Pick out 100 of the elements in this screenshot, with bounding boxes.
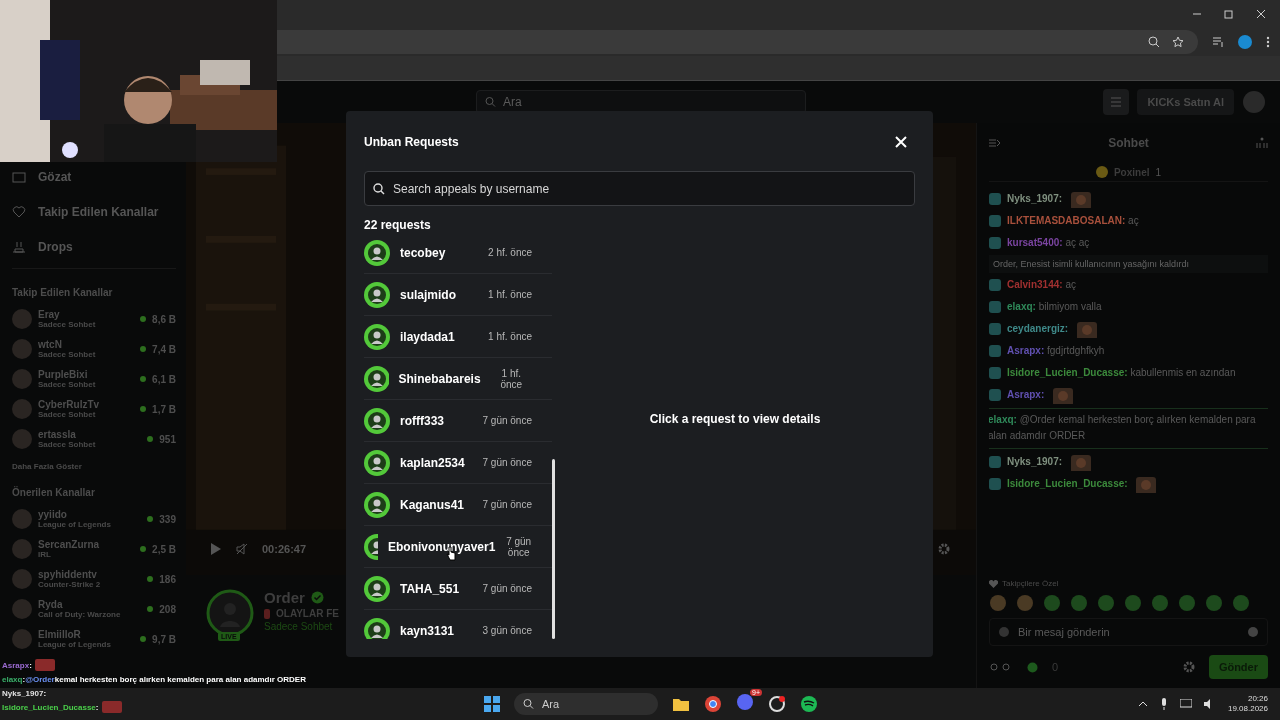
pin-icon — [264, 608, 270, 619]
avatar-icon — [12, 339, 32, 359]
emoji-icon[interactable] — [1247, 626, 1259, 638]
chat-message: Asrapx: — [1007, 389, 1046, 401]
emote-icon[interactable] — [1097, 594, 1115, 612]
network-icon[interactable] — [1179, 699, 1192, 709]
emote-icon[interactable] — [1232, 594, 1250, 612]
request-item[interactable]: kaplan2534 7 gün önce — [364, 442, 552, 484]
request-item[interactable]: rofff333 7 gün önce — [364, 400, 552, 442]
zoom-icon[interactable] — [1148, 36, 1160, 48]
taskbar-search[interactable]: Ara — [514, 693, 658, 715]
chevron-up-icon[interactable] — [1137, 701, 1148, 707]
badge-icon — [989, 367, 1001, 380]
microphone-icon[interactable] — [1159, 698, 1168, 710]
channel-name[interactable]: Eray — [38, 309, 135, 320]
avatar-icon — [364, 407, 390, 434]
points-icon — [1027, 661, 1038, 673]
channel-category: Sadece Sohbet — [38, 350, 97, 359]
avatar-icon — [12, 369, 32, 389]
chat-message: Asrapx: fgdjrtdghfkyh — [1007, 345, 1105, 357]
collapse-icon[interactable] — [989, 138, 1001, 148]
emote-icon[interactable] — [1016, 594, 1034, 612]
avatar-icon — [364, 449, 390, 476]
chat-message: elaxq: bilmiyom valla — [1007, 301, 1102, 313]
channel-category: Sadece Sohbet — [38, 380, 97, 389]
avatar-icon — [12, 509, 32, 529]
request-item[interactable]: Shinebabareis 1 hf. önce — [364, 358, 552, 400]
browser-icon[interactable] — [704, 695, 722, 713]
channel-category: Call of Duty: Warzone — [38, 610, 122, 619]
live-dot-icon — [147, 436, 154, 442]
app-icon[interactable] — [768, 695, 786, 713]
emote-icon[interactable] — [1070, 594, 1088, 612]
channel-category: Sadece Sohbet — [38, 440, 97, 449]
close-icon[interactable] — [1256, 9, 1266, 19]
chat-message: Nyks_1907: — [1007, 193, 1064, 205]
start-icon[interactable] — [484, 696, 500, 712]
channel-name[interactable]: spyhiddentv — [38, 569, 142, 580]
show-more-link[interactable]: Daha Fazla Göster — [12, 462, 176, 471]
profile-icon[interactable] — [1238, 35, 1252, 49]
request-item[interactable]: tecobey 2 hf. önce — [364, 232, 552, 274]
chat-app-icon[interactable] — [736, 693, 754, 711]
overlay-chat-message: Nyks_1907: — [2, 688, 47, 698]
live-dot-icon — [147, 606, 154, 612]
message-input[interactable]: Bir mesaj gönderin — [989, 618, 1268, 646]
channel-name[interactable]: SercanZurna — [38, 539, 135, 550]
layout-icon[interactable] — [1103, 89, 1130, 115]
emote-icon[interactable] — [1043, 594, 1061, 612]
nav-item[interactable]: Takip Edilen Kanallar — [12, 194, 176, 229]
channel-name[interactable]: CyberRulzTv — [38, 399, 135, 410]
play-icon[interactable] — [210, 543, 222, 555]
emote-icon[interactable] — [989, 594, 1007, 612]
emote-icon[interactable] — [1151, 594, 1169, 612]
music-app-icon[interactable] — [800, 695, 818, 713]
channel-name[interactable]: yyiido — [38, 509, 142, 520]
avatar-icon — [12, 429, 32, 449]
request-item[interactable]: Kaganus41 7 gün önce — [364, 484, 552, 526]
stream-category[interactable]: Sadece Sohbet — [264, 621, 339, 632]
live-dot-icon — [140, 406, 147, 412]
chat-message: kursat5400: aç aç — [1007, 237, 1090, 249]
nav-item[interactable]: Gözat — [12, 159, 176, 194]
viewer-count: 2,5 B — [152, 543, 176, 555]
emote-icon[interactable] — [1205, 594, 1223, 612]
verified-icon — [310, 591, 324, 604]
restore-icon[interactable] — [1224, 9, 1234, 19]
request-count: 22 requests — [364, 218, 432, 232]
moderation-event: Order, Enesist isimli kullanıcının yasağını kaldırdı — [989, 255, 1268, 273]
request-item[interactable]: sulajmido 1 hf. önce — [364, 274, 552, 316]
folder-icon[interactable] — [672, 696, 690, 712]
overlay-chat-message: Asrapx: — [2, 660, 32, 670]
mute-icon[interactable] — [236, 543, 248, 555]
emote-icon[interactable] — [1124, 594, 1142, 612]
live-dot-icon — [140, 316, 147, 322]
settings-icon[interactable] — [1182, 661, 1195, 673]
emote-icon[interactable] — [1178, 594, 1196, 612]
live-dot-icon — [140, 376, 147, 382]
clock-time[interactable]: 20:26 — [1247, 693, 1268, 704]
chat-message: ceydanergiz: — [1007, 323, 1070, 335]
live-dot-icon — [140, 636, 147, 642]
search-field[interactable]: Search appeals by username — [364, 171, 915, 206]
request-item[interactable]: TAHA_551 7 gün önce — [364, 568, 552, 610]
channel-name[interactable]: ElmiilloR — [38, 629, 135, 640]
channel-name[interactable]: PurpleBixi — [38, 369, 135, 380]
channel-name[interactable]: ertassla — [38, 429, 142, 440]
nav-item[interactable]: Drops — [12, 229, 176, 264]
clock-date[interactable]: 19.08.2026 — [1227, 704, 1268, 715]
channel-name[interactable]: Ryda — [38, 599, 142, 610]
avatar-icon — [12, 399, 32, 419]
chat-message: Isidore_Lucien_Ducasse: — [1007, 478, 1129, 490]
search-field[interactable]: Ara — [476, 90, 806, 114]
users-icon[interactable] — [1256, 137, 1268, 149]
viewer-count: 339 — [159, 513, 176, 525]
request-item[interactable]: kayn3131 3 gün önce — [364, 610, 552, 639]
settings-icon[interactable] — [938, 543, 950, 555]
menu-icon[interactable] — [1266, 36, 1270, 48]
request-item[interactable]: ilaydada1 1 hf. önce — [364, 316, 552, 358]
scrollbar-thumb[interactable] — [552, 459, 555, 639]
channel-name[interactable]: wtcN — [38, 339, 135, 350]
media-icon[interactable] — [1212, 36, 1224, 48]
channel-category: League of Legends — [38, 640, 112, 649]
star-icon[interactable] — [1172, 36, 1184, 48]
